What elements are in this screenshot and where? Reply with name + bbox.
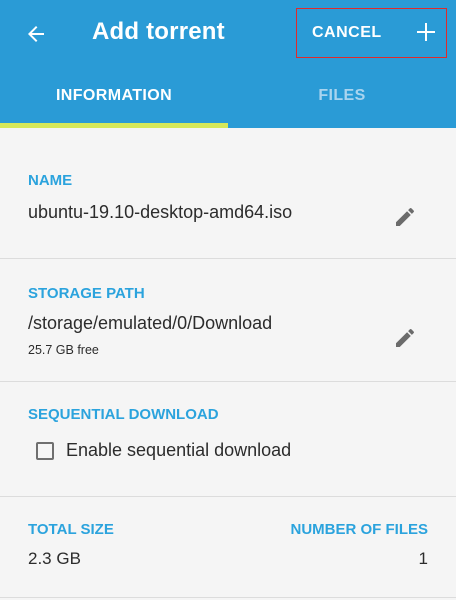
tab-bar: INFORMATION FILES (0, 64, 456, 128)
total-size-value: 2.3 GB (28, 549, 81, 568)
storage-path-value: /storage/emulated/0/Download (28, 313, 273, 333)
number-of-files-value: 1 (418, 549, 428, 568)
storage-section: STORAGE PATH /storage/emulated/0/Downloa… (0, 259, 456, 382)
page-title: Add torrent (92, 18, 225, 45)
sequential-label: SEQUENTIAL DOWNLOAD (28, 406, 219, 423)
name-label: NAME (28, 172, 73, 189)
back-button[interactable] (18, 16, 54, 52)
tab-files[interactable]: FILES (228, 64, 456, 128)
app-bar: Add torrent CANCEL INFORMATION FILES (0, 0, 456, 128)
pencil-icon (396, 207, 414, 226)
pencil-icon (396, 328, 414, 347)
storage-free-space: 25.7 GB free (28, 343, 99, 357)
sequential-checkbox-label[interactable]: Enable sequential download (66, 440, 291, 461)
tab-information[interactable]: INFORMATION (0, 64, 228, 128)
name-section: NAME ubuntu-19.10-desktop-amd64.iso (0, 128, 456, 259)
sequential-checkbox[interactable] (36, 441, 54, 460)
toolbar: Add torrent CANCEL (0, 0, 456, 64)
name-value: ubuntu-19.10-desktop-amd64.iso (28, 202, 293, 222)
storage-label: STORAGE PATH (28, 285, 145, 302)
sequential-checkbox-row[interactable]: Enable sequential download (36, 440, 291, 461)
size-section: TOTAL SIZE 2.3 GB NUMBER OF FILES 1 (0, 497, 456, 598)
total-size-label: TOTAL SIZE (28, 521, 114, 538)
arrow-back-icon (28, 26, 44, 42)
highlight-box (296, 8, 447, 58)
number-of-files-label: NUMBER OF FILES (290, 521, 429, 538)
edit-storage-button[interactable] (390, 323, 420, 353)
edit-name-button[interactable] (390, 202, 420, 232)
